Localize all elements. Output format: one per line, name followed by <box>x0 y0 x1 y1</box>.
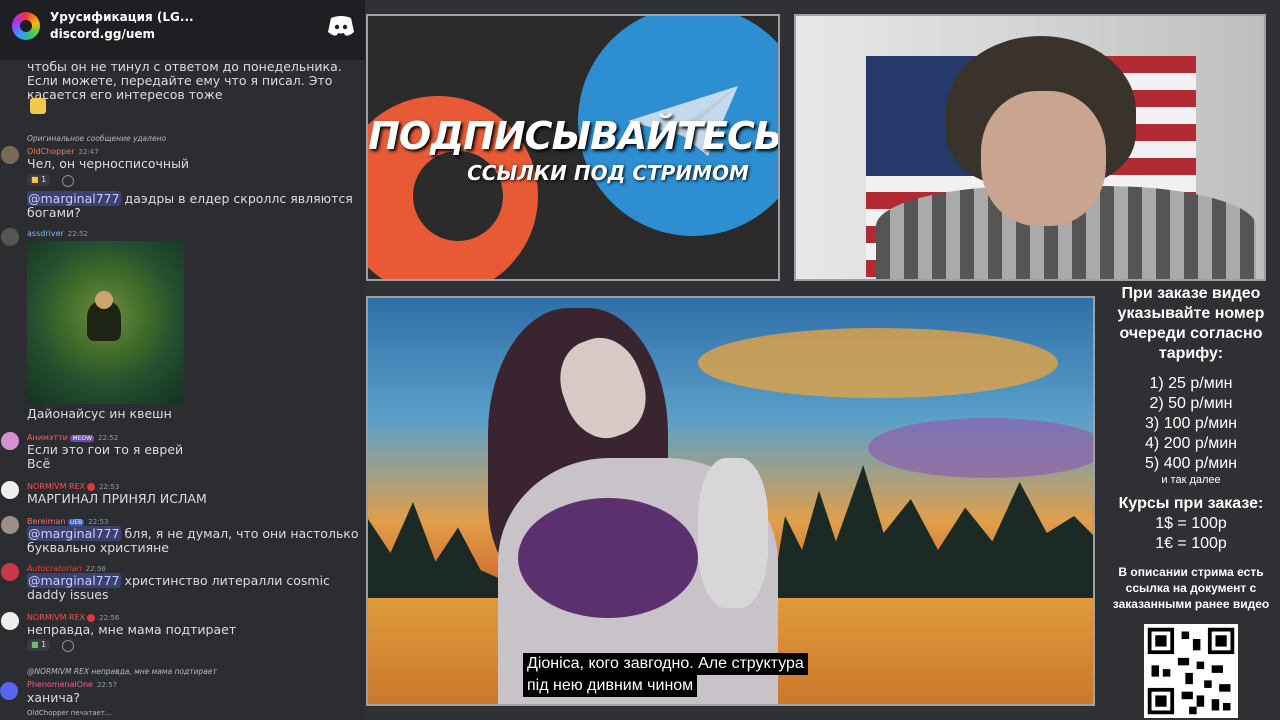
avatar <box>1 612 19 630</box>
username[interactable]: Autocratorian 22:56 <box>27 564 106 573</box>
add-reaction-icon[interactable] <box>62 175 74 187</box>
username[interactable]: NORMIVM REX 22:53 <box>27 482 119 491</box>
discord-chat-overlay: Урусификация (LG... discord.gg/uem чтобы… <box>0 0 365 720</box>
tariff-item: 1) 25 р/мин <box>1149 375 1233 392</box>
typing-indicator: OldChopper печатает... <box>27 709 112 717</box>
streamer-face <box>981 91 1106 226</box>
message-text: Дайонайсус ин квешн <box>27 406 172 421</box>
message-text: Всё <box>27 456 51 471</box>
username[interactable]: PhenomenalOne 22:57 <box>27 680 117 689</box>
server-name: Урусификация (LG... <box>50 10 194 24</box>
discord-avatar-icon <box>0 682 18 700</box>
emoji-sticker <box>30 98 46 114</box>
message-text: Если это гои то я еврей <box>27 442 184 457</box>
reply-reference: @NORMIVM REX неправда, мне мама подтирае… <box>27 667 217 676</box>
tariff-etc: и так далее <box>1161 474 1221 486</box>
promo-title: ПОДПИСЫВАЙТЕСЬ <box>368 114 780 158</box>
reply-reference: Оригинальное сообщение удалено <box>27 134 167 143</box>
webcam-feed <box>794 14 1266 281</box>
attached-image[interactable] <box>27 241 184 404</box>
reaction-pill[interactable]: ■ 1 <box>27 639 51 651</box>
tariff-item: 4) 200 р/мин <box>1145 435 1237 452</box>
order-instructions: При заказе видео указывайте номер очеред… <box>1117 285 1265 362</box>
server-invite-link[interactable]: discord.gg/uem <box>50 27 155 41</box>
chat-header: Урусификация (LG... discord.gg/uem <box>0 0 365 60</box>
avatar <box>1 481 19 499</box>
user-mention[interactable]: @marginal777 <box>27 573 121 588</box>
image-figure-head <box>95 291 113 309</box>
description-note: В описании стрима есть ссылка на докумен… <box>1112 565 1270 611</box>
username[interactable]: NORMIVM REX 22:56 <box>27 613 119 622</box>
sky-cloud <box>698 328 1058 398</box>
promo-subtitle: ССЫЛКИ ПОД СТРИМОМ <box>467 161 749 185</box>
badge-icon <box>87 482 96 491</box>
video-subtitles: Діоніса, кого завгодно. Але структура пі… <box>523 653 963 697</box>
promo-banner: ПОДПИСЫВАЙТЕСЬ ССЫЛКИ ПОД СТРИМОМ <box>366 14 780 281</box>
exchange-rate: 1$ = 100р <box>1155 515 1227 532</box>
message-text: @marginal777 бля, я не думал, что они на… <box>27 526 359 555</box>
order-info-panel: При заказе видео указывайте номер очеред… <box>1102 284 1280 612</box>
exchange-rate: 1€ = 100р <box>1155 535 1227 552</box>
avatar <box>1 228 19 246</box>
reaction-pill[interactable]: ■ 1 <box>27 174 51 186</box>
qr-code-icon[interactable] <box>1144 624 1238 718</box>
sky-cloud <box>868 418 1093 478</box>
tariff-item: 3) 100 р/мин <box>1145 415 1237 432</box>
message-text: неправда, мне мама подтирает <box>27 622 237 637</box>
user-mention[interactable]: @marginal777 <box>27 191 121 206</box>
avatar <box>1 146 19 164</box>
message-text: @marginal777 христинство литералли cosmi… <box>27 573 330 602</box>
figure-scarf <box>518 498 698 618</box>
add-reaction-icon[interactable] <box>62 640 74 652</box>
username[interactable]: Анимэтти MEOW 22:52 <box>27 433 118 442</box>
exchange-rates-title: Курсы при заказе: <box>1118 495 1264 512</box>
tariff-item: 5) 400 р/мин <box>1145 455 1237 472</box>
avatar <box>1 432 19 450</box>
user-mention[interactable]: @marginal777 <box>27 526 121 541</box>
username[interactable]: assdriver 22:52 <box>27 229 88 238</box>
message-text: @marginal777 даэдры в елдер скроллс явля… <box>27 191 353 220</box>
figure-hands <box>698 458 768 608</box>
username[interactable]: Bereiman UEB 22:53 <box>27 517 108 526</box>
message-text: МАРГИНАЛ ПРИНЯЛ ИСЛАМ <box>27 491 207 506</box>
server-icon <box>12 12 40 40</box>
discord-logo-icon <box>328 16 354 36</box>
badge-icon <box>87 613 96 622</box>
tariff-item: 2) 50 р/мин <box>1149 395 1233 412</box>
video-player[interactable]: Діоніса, кого завгодно. Але структура пі… <box>366 296 1095 706</box>
subtitle-line: під нею дивним чином <box>523 675 698 697</box>
subtitle-line: Діоніса, кого завгодно. Але структура <box>523 653 808 675</box>
message-text: чтобы он не тинул с ответом до понедельн… <box>27 59 342 102</box>
message-text: Чел, он черносписочный <box>27 156 190 171</box>
tariff-list: 1) 25 р/мин 2) 50 р/мин 3) 100 р/мин 4) … <box>1102 374 1280 486</box>
avatar <box>1 516 19 534</box>
message-text: ханича? <box>27 690 81 705</box>
avatar <box>1 563 19 581</box>
username[interactable]: OldChopper 22:47 <box>27 147 99 156</box>
